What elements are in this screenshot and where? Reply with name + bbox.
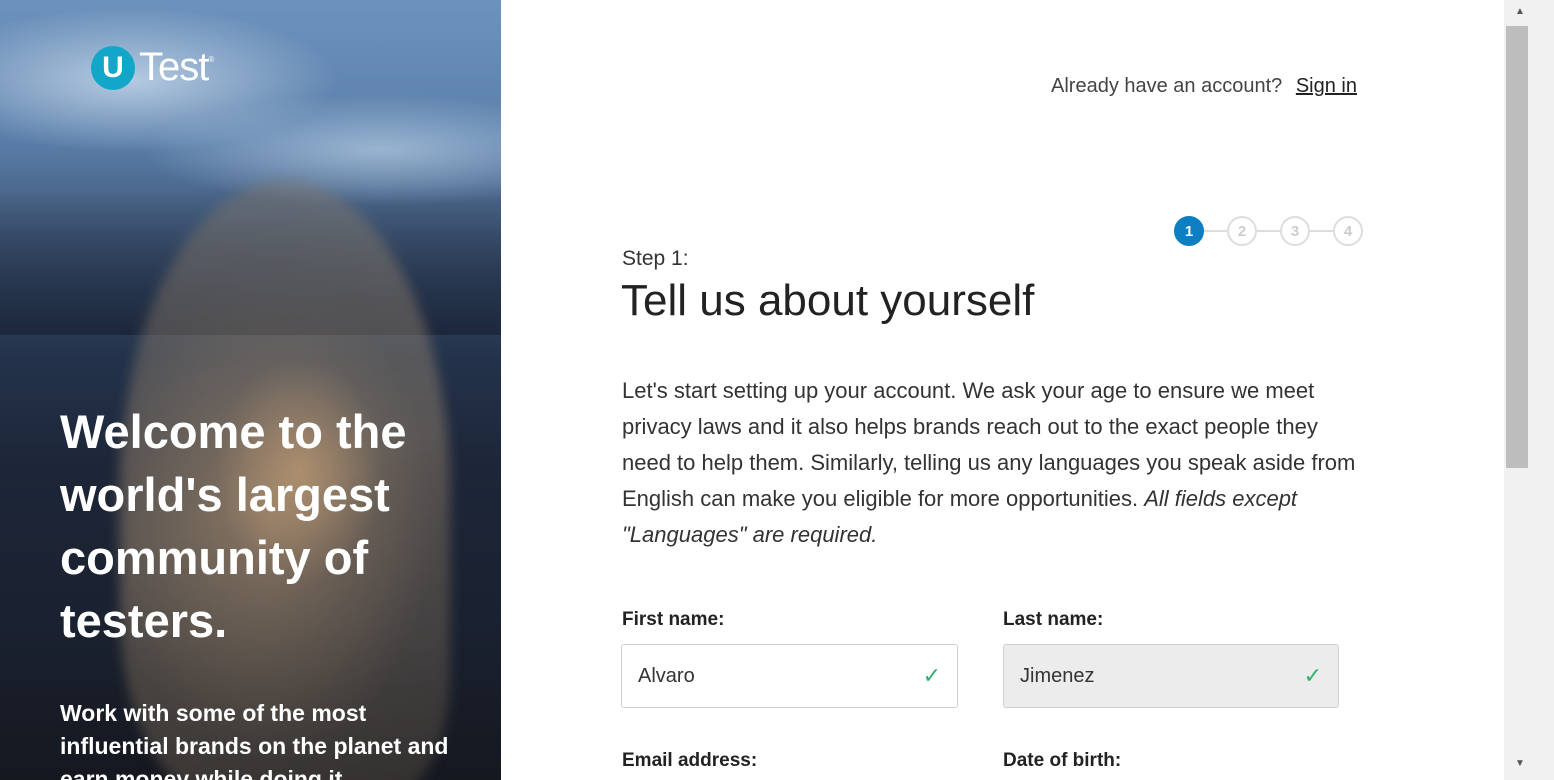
step-2-indicator: 2 (1227, 216, 1257, 246)
signin-prompt: Already have an account? Sign in (1051, 75, 1357, 98)
intro-text: Let's start setting up your account. We … (622, 373, 1372, 553)
email-label: Email address: (622, 750, 758, 771)
signin-link[interactable]: Sign in (1296, 75, 1357, 97)
check-icon: ✓ (922, 663, 941, 688)
scrollbar-thumb[interactable] (1506, 26, 1528, 468)
logo-mark: U (91, 45, 135, 90)
arrow-up-icon[interactable]: ▲ (1512, 6, 1528, 22)
page-title: Tell us about yourself (621, 276, 1035, 325)
step-4-indicator: 4 (1333, 216, 1363, 246)
last-name-field[interactable]: ✓ (1003, 644, 1339, 708)
check-icon: ✓ (1303, 663, 1322, 688)
dob-label: Date of birth: (1003, 750, 1122, 771)
account-prompt-text: Already have an account? (1051, 75, 1283, 97)
step-connector (1257, 230, 1280, 232)
step-3-indicator: 3 (1280, 216, 1310, 246)
last-name-input[interactable] (1020, 664, 1304, 688)
progress-stepper: 1 2 3 4 (1174, 216, 1363, 246)
first-name-label: First name: (622, 609, 725, 630)
utest-logo[interactable]: U Test ® (91, 45, 214, 90)
step-label: Step 1: (622, 247, 689, 270)
hero-panel: U Test ® Welcome to the world's largest … (0, 0, 501, 780)
page-scrollbar[interactable]: ▲ ▼ (1504, 0, 1554, 780)
hero-subtitle: Work with some of the most influential b… (60, 700, 449, 780)
arrow-down-icon[interactable]: ▼ (1512, 758, 1528, 774)
hero-title: Welcome to the world's largest community… (60, 405, 407, 647)
first-name-field[interactable]: ✓ (621, 644, 958, 708)
logo-name: Test (139, 45, 209, 89)
step-connector (1204, 230, 1227, 232)
last-name-label: Last name: (1003, 609, 1104, 630)
step-1-indicator: 1 (1174, 216, 1204, 246)
step-connector (1310, 230, 1333, 232)
logo-registered: ® (208, 55, 215, 64)
first-name-input[interactable] (638, 664, 923, 688)
